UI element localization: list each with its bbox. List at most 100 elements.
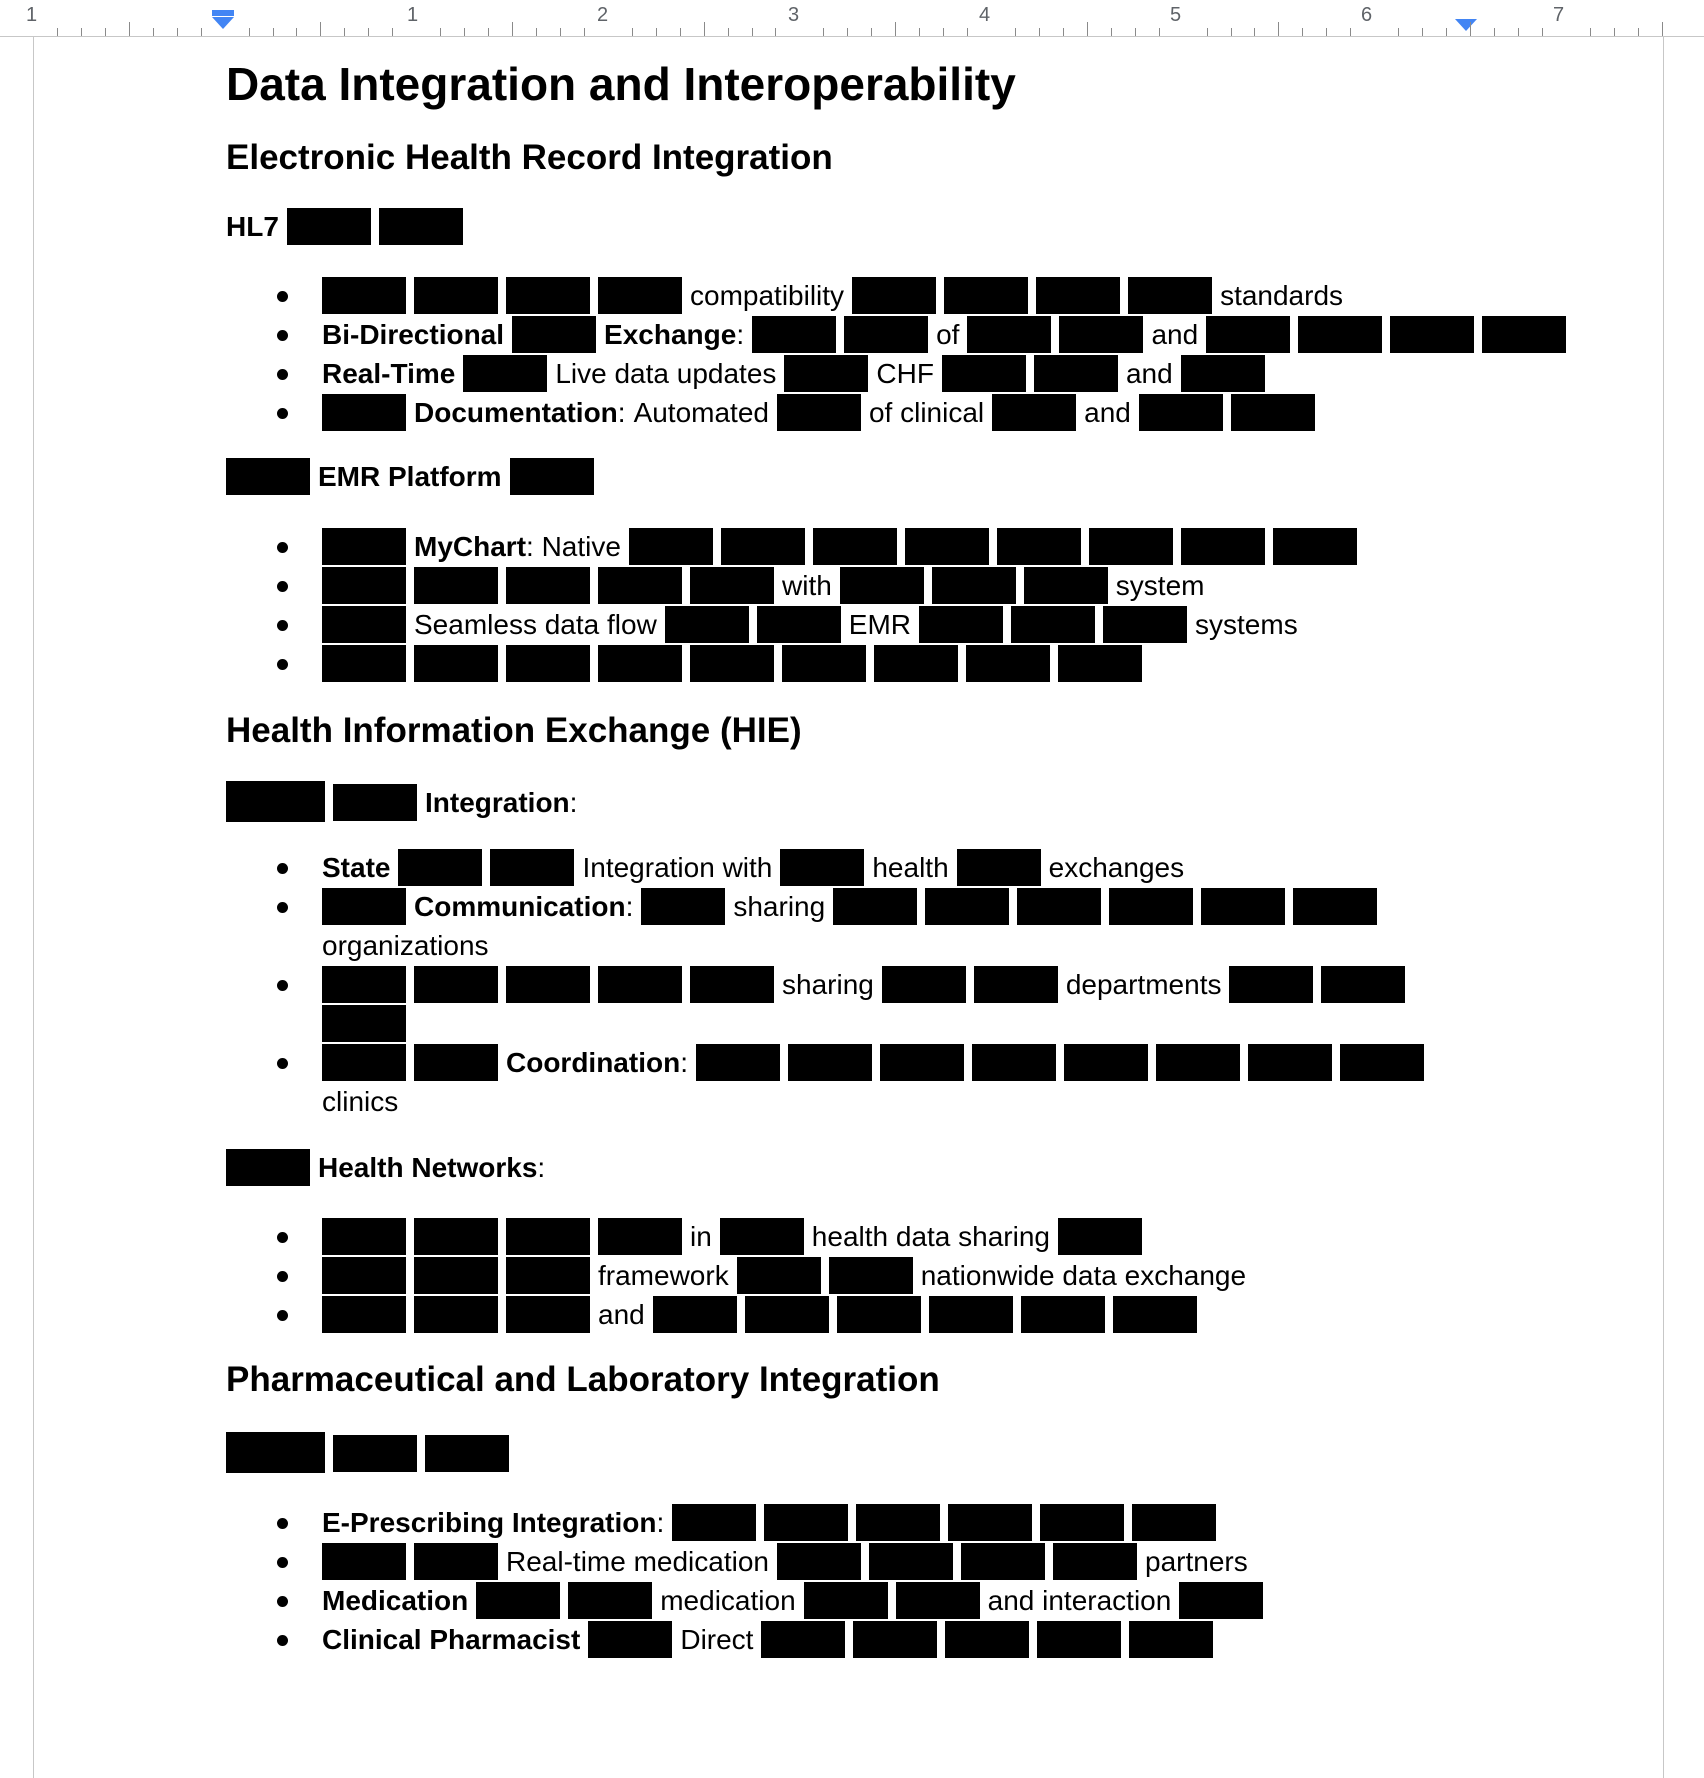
emr-list: MyChart: Native with system Seamless data… [226,527,1646,683]
redaction-block [881,966,966,1003]
hl7-list: compatibility standards Bi-Directional Exc… [226,276,1646,432]
right-indent-marker[interactable] [1455,19,1477,31]
redaction-block [1023,567,1108,604]
list-text: framework [598,1260,729,1291]
ruler-tick [1207,28,1208,36]
list-term: MyChart [414,531,527,562]
redaction-block [973,966,1058,1003]
document-page[interactable]: Data Integration and Interoperability El… [226,52,1646,1659]
redaction-block [641,888,726,925]
list-text: with [782,570,832,601]
redaction-block [720,528,805,565]
ruler-tick [368,28,369,36]
redaction-block [948,1504,1033,1541]
redaction-block [1390,316,1475,353]
redaction-block [752,316,837,353]
redaction-block [852,277,937,314]
ruler-tick [704,22,705,36]
ruler-tick [680,28,681,36]
list-colon: : [736,319,745,350]
ruler-tick [1590,28,1591,36]
list-item: in health data sharing [226,1217,1646,1256]
redaction-block [322,888,406,925]
subheading-text: HL7 [226,211,279,242]
list-item: Real-time medication partners [226,1542,1646,1581]
ruler-tick [1159,28,1160,36]
page-left-edge [33,37,34,1778]
subheading-health-networks: Health Networks: [226,1149,1646,1187]
left-indent-marker[interactable] [212,17,234,29]
redaction-block [226,1149,310,1186]
redaction-block [828,1257,913,1294]
redaction-block [780,849,865,886]
ruler-tick [488,28,489,36]
ruler-tick [1446,28,1447,36]
redaction-block [414,567,498,604]
networks-list: in health data sharing framework nationwid… [226,1217,1646,1334]
redaction-block [833,888,918,925]
redaction-block [1138,394,1223,431]
page-right-edge [1663,37,1664,1778]
list-term: Exchange [604,319,737,350]
redaction-block [226,458,310,495]
redaction-block [414,966,498,1003]
redaction-block [1179,1582,1264,1619]
redaction-block [971,1044,1056,1081]
list-item: sharing departments [226,965,1646,1043]
ruler-tick [1614,28,1615,36]
list-text: standards [1220,280,1344,311]
list-colon: : [617,397,626,428]
ruler-number: 1 [26,4,38,26]
ruler-tick [1470,22,1471,36]
redaction-block [598,1218,682,1255]
redaction-block [1293,888,1378,925]
ruler-tick [344,28,345,36]
list-text: of [936,319,960,350]
redaction-block [941,355,1026,392]
redaction-block [322,606,406,643]
subheading-redacted [226,1432,1646,1473]
list-text: partners [1145,1546,1248,1577]
ruler-tick [1662,22,1663,36]
redaction-block [844,316,929,353]
redaction-block [1017,888,1102,925]
ruler-tick [1087,22,1088,36]
redaction-block [853,1621,938,1658]
redaction-block [414,645,498,682]
redaction-block [928,1296,1013,1333]
redaction-block [966,645,1050,682]
first-line-indent-marker[interactable] [212,10,234,16]
redaction-block [598,277,682,314]
list-term: Documentation [414,397,618,428]
list-text: clinics [322,1086,399,1117]
redaction-block [588,1621,673,1658]
redaction-block [1321,966,1406,1003]
ruler-number: 3 [788,4,800,26]
redaction-block [919,606,1004,643]
ruler[interactable]: 1 1 2 3 4 5 6 7 [0,0,1704,37]
section-heading-hie: Health Information Exchange (HIE) [226,711,802,750]
list-term: E-Prescribing Integration [322,1507,657,1538]
list-text: Native [541,531,621,562]
list-term: Medication [322,1585,469,1616]
redaction-block [956,849,1041,886]
redaction-block [944,277,1029,314]
list-text: and [1151,319,1199,350]
redaction-block [925,888,1010,925]
redaction-block [1053,1543,1137,1580]
redaction-block [414,1296,498,1333]
redaction-block [1057,1218,1142,1255]
list-text: Automated [633,397,769,428]
ruler-tick [1135,28,1136,36]
list-item: Real-Time Live data updates CHF and [226,354,1646,393]
integration-list: State Integration with health exchanges Com… [226,848,1646,1121]
redaction-block [904,528,989,565]
redaction-block [333,784,417,821]
redaction-block [463,355,548,392]
redaction-block [719,1218,804,1255]
subheading-colon: : [569,787,578,818]
redaction-block [1033,355,1118,392]
list-text: Live data updates [555,358,777,389]
redaction-block [322,567,406,604]
list-item: Documentation: Automated of clinical and [226,393,1646,432]
